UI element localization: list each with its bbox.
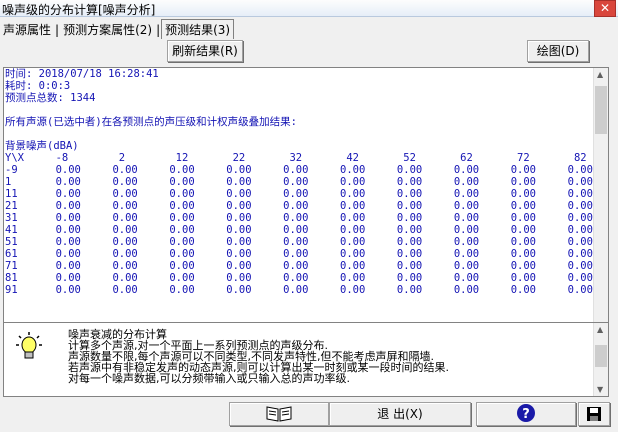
result-line: 11 0.00 0.00 0.00 0.00 0.00 0.00 0.00 0.…	[5, 188, 593, 200]
result-line: Y\X -8 2 12 22 32 42 52 62 72 82 92 10	[5, 152, 587, 164]
help-icon: ?	[517, 404, 535, 422]
tab-strip: 声源属性 | 预测方案属性(2) | 预测结果(3)	[0, 19, 235, 39]
info-box: 噪声衰减的分布计算 计算多个声源,对一个平面上一系列预测点的声级分布. 声源数量不限…	[3, 322, 609, 397]
save-icon	[587, 407, 601, 421]
window-title: 噪声级的分布计算[噪声分析]	[2, 3, 156, 17]
vertical-scrollbar[interactable]: ▲ ▼	[593, 68, 608, 338]
book-icon	[266, 406, 292, 422]
help-button[interactable]: ?	[476, 402, 576, 426]
result-line	[5, 104, 593, 116]
exit-button[interactable]: 退 出(X)	[329, 402, 471, 426]
info-line: 对每一个噪声数据,可以分频带输入或只输入总的声功率级.	[68, 372, 350, 385]
save-button[interactable]	[578, 402, 610, 426]
manual-button[interactable]	[229, 402, 329, 426]
plot-button[interactable]: 绘图(D)	[527, 40, 589, 62]
result-line: 91 0.00 0.00 0.00 0.00 0.00 0.00 0.00 0.…	[5, 284, 593, 296]
title-bar: 噪声级的分布计算[噪声分析] ✕	[0, 0, 618, 17]
refresh-results-button[interactable]: 刷新结果(R)	[167, 40, 243, 62]
result-line: 21 0.00 0.00 0.00 0.00 0.00 0.00 0.00 0.…	[5, 200, 593, 212]
result-line: 71 0.00 0.00 0.00 0.00 0.00 0.00 0.00 0.…	[5, 260, 593, 272]
result-line: 所有声源(已选中者)在各预测点的声压级和计权声级叠加结果:	[5, 116, 297, 128]
lightbulb-icon	[14, 331, 44, 361]
result-line: 耗时: 0:0:3	[5, 80, 71, 92]
result-line: -9 0.00 0.00 0.00 0.00 0.00 0.00 0.00 0.…	[5, 164, 593, 176]
result-line: 41 0.00 0.00 0.00 0.00 0.00 0.00 0.00 0.…	[5, 224, 593, 236]
svg-text:?: ?	[522, 407, 530, 422]
results-panel: 刷新结果(R) 绘图(D) 时间: 2018/07/18 16:28:41 耗时:…	[0, 37, 618, 432]
result-line: 51 0.00 0.00 0.00 0.00 0.00 0.00 0.00 0.…	[5, 236, 593, 248]
result-line: 31 0.00 0.00 0.00 0.00 0.00 0.00 0.00 0.…	[5, 212, 593, 224]
results-text-area[interactable]: 时间: 2018/07/18 16:28:41 耗时: 0:0:3 预测点总数: 1…	[3, 67, 609, 355]
result-line: 预测点总数: 1344	[5, 92, 96, 104]
result-line: 背景噪声(dBA)	[5, 140, 79, 152]
result-line: 1 0.00 0.00 0.00 0.00 0.00 0.00 0.00 0.0…	[5, 176, 593, 188]
info-scroll-down-icon[interactable]: ▼	[597, 385, 603, 394]
bottom-toolbar: 退 出(X) ?	[0, 400, 618, 432]
info-description: 噪声衰减的分布计算 计算多个声源,对一个平面上一系列预测点的声级分布. 声源数量不限…	[68, 329, 588, 384]
result-line: 时间: 2018/07/18 16:28:41	[5, 68, 159, 80]
result-line	[5, 128, 593, 140]
result-line: 61 0.00 0.00 0.00 0.00 0.00 0.00 0.00 0.…	[5, 248, 593, 260]
tab-prediction-results[interactable]: 预测结果(3)	[161, 19, 235, 39]
results-content: 时间: 2018/07/18 16:28:41 耗时: 0:0:3 预测点总数: 1…	[5, 68, 593, 338]
info-scroll-thumb[interactable]	[595, 345, 607, 367]
info-scroll-up-icon[interactable]: ▲	[597, 325, 603, 334]
info-scrollbar[interactable]: ▲ ▼	[593, 323, 608, 396]
vertical-scroll-thumb[interactable]	[595, 86, 607, 134]
close-button[interactable]: ✕	[594, 0, 616, 17]
result-line: 81 0.00 0.00 0.00 0.00 0.00 0.00 0.00 0.…	[5, 272, 593, 284]
scroll-up-icon[interactable]: ▲	[597, 70, 603, 79]
